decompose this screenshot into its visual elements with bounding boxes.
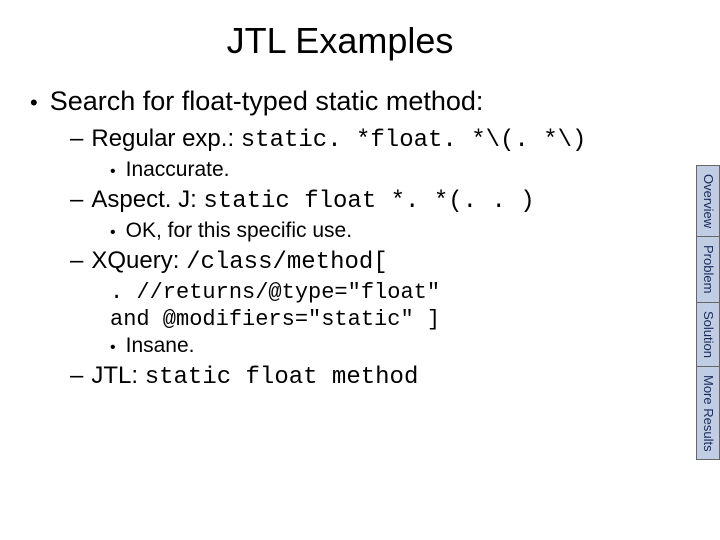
jtl-code: static float method — [145, 364, 419, 391]
item-xquery-text: XQuery: /class/method[ — [91, 247, 387, 276]
bullet-dot: • — [110, 163, 116, 181]
item-aspectj-note: • OK, for this specific use. — [110, 219, 670, 243]
xquery-line1: . //returns/@type="float" — [110, 280, 670, 305]
dash-icon: – — [70, 247, 83, 275]
item-regex-text: Regular exp.: static. *float. *\(. *\) — [91, 125, 586, 154]
tab-solution[interactable]: Solution — [696, 302, 720, 367]
item-xquery: – XQuery: /class/method[ — [70, 247, 670, 276]
aspectj-code: static float *. *(. . ) — [203, 188, 534, 215]
dash-icon: – — [70, 186, 83, 214]
bullet-dot: • — [30, 90, 38, 116]
item-regex: – Regular exp.: static. *float. *\(. *\) — [70, 125, 670, 154]
tab-more-results[interactable]: More Results — [696, 366, 720, 461]
regex-code: static. *float. *\(. *\) — [241, 127, 587, 154]
xquery-note-text: Insane. — [126, 334, 195, 358]
item-regex-note: • Inaccurate. — [110, 158, 670, 182]
tab-problem[interactable]: Problem — [696, 236, 720, 302]
slide-title: JTL Examples — [0, 20, 720, 62]
regex-label: Regular exp.: — [91, 125, 240, 152]
bullet-dot: • — [110, 339, 116, 357]
item-xquery-note: • Insane. — [110, 334, 670, 358]
dash-icon: – — [70, 362, 83, 390]
side-tabs: Overview Problem Solution More Results — [696, 165, 720, 459]
item-aspectj-text: Aspect. J: static float *. *(. . ) — [91, 186, 534, 215]
item-aspectj: – Aspect. J: static float *. *(. . ) — [70, 186, 670, 215]
item-jtl: – JTL: static float method — [70, 362, 670, 391]
slide-content: • Search for float-typed static method: … — [0, 86, 720, 391]
bullet-dot: • — [110, 224, 116, 242]
aspectj-label: Aspect. J: — [91, 186, 203, 213]
item-jtl-text: JTL: static float method — [91, 362, 418, 391]
xquery-line2: and @modifiers="static" ] — [110, 307, 670, 332]
main-bullet: • Search for float-typed static method: — [30, 86, 670, 117]
jtl-label: JTL: — [91, 362, 144, 389]
slide: JTL Examples • Search for float-typed st… — [0, 0, 720, 540]
main-bullet-text: Search for float-typed static method: — [50, 86, 484, 117]
tab-overview[interactable]: Overview — [696, 165, 720, 237]
dash-icon: – — [70, 125, 83, 153]
aspectj-note-text: OK, for this specific use. — [126, 219, 352, 243]
xquery-code: /class/method[ — [186, 249, 388, 276]
xquery-label: XQuery: — [91, 247, 186, 274]
regex-note-text: Inaccurate. — [126, 158, 230, 182]
